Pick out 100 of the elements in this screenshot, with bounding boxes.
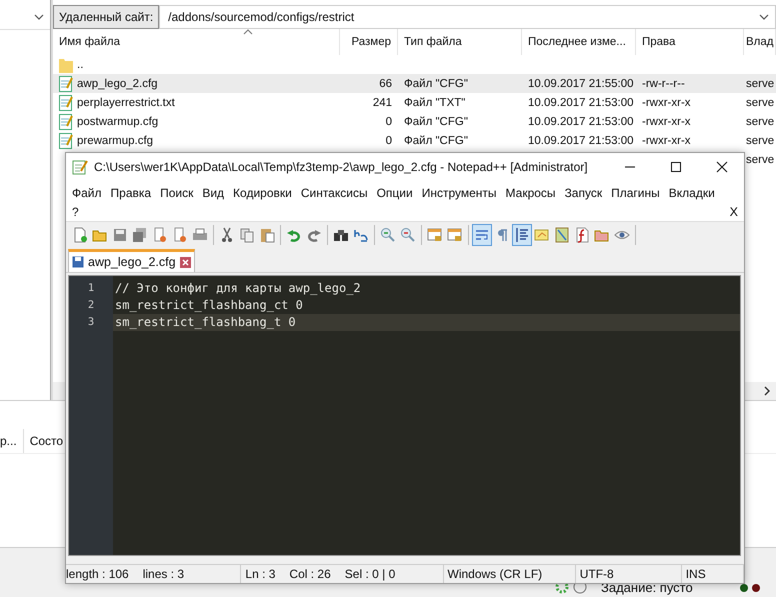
modified-date: 10.09.2017 21:53:00	[528, 134, 634, 146]
menu-item[interactable]: Правка	[110, 185, 160, 202]
permissions: -rw-r--r--	[642, 78, 685, 90]
activity-light-icon	[752, 584, 760, 592]
scissors-icon	[219, 227, 235, 243]
column-header[interactable]: Тип файла	[398, 29, 522, 55]
queue-status: Задание: пусто	[601, 580, 693, 595]
file-size: 0	[386, 116, 392, 128]
wrap-button[interactable]	[472, 224, 492, 246]
status-field: Col : 26	[289, 567, 331, 581]
window-lock-icon	[427, 227, 443, 243]
map-icon	[554, 227, 570, 243]
line-number: 3	[88, 315, 94, 330]
file-row[interactable]: perplayerrestrict.txt 241 Файл "TXT" 10.09.2017 21:53:00 -rwxr-xr-x serve	[53, 93, 776, 112]
window-lock-icon	[447, 227, 463, 243]
document-icon	[59, 76, 73, 92]
file-type: Файл "TXT"	[404, 96, 466, 108]
clipboard-icon	[259, 227, 275, 243]
path-field[interactable]: /addons/sourcemod/configs/restrict	[159, 5, 776, 29]
file-type: Файл "CFG"	[404, 134, 468, 146]
column-header[interactable]: р...	[0, 429, 24, 453]
menu-item[interactable]: Поиск	[160, 185, 202, 202]
owner: serve	[746, 116, 774, 128]
menu-item[interactable]: Плагины	[611, 185, 669, 202]
file-type: Файл "CFG"	[404, 116, 468, 128]
scroll-right-icon	[764, 386, 770, 396]
file-name: postwarmup.cfg	[77, 116, 158, 128]
status-field: Windows (CR LF)	[448, 567, 542, 581]
zoom-out-icon	[400, 227, 416, 243]
close-document-button[interactable]: X	[730, 204, 738, 221]
file-row[interactable]: postwarmup.cfg 0 Файл "CFG" 10.09.2017 21:53:00 -rwxr-xr-x serve	[53, 112, 776, 131]
menu-item[interactable]: Синтаксисы	[300, 185, 377, 202]
remote-site-label: Удаленный сайт:	[53, 5, 160, 29]
column-header[interactable]: Влад	[744, 29, 776, 55]
column-header[interactable]: Размер	[340, 29, 398, 55]
line-number: 1	[88, 281, 94, 296]
owner: serve	[746, 154, 774, 166]
column-header[interactable]: Имя файла	[53, 29, 340, 55]
close-files-icon	[172, 227, 188, 243]
status-field: length : 106	[66, 567, 129, 581]
file-name: perplayerrestrict.txt	[77, 96, 175, 108]
menu-item[interactable]: Макросы	[506, 185, 565, 202]
selected-file-row[interactable]: awp_lego_2.cfg 66 Файл "CFG" 10.09.2017 21:55:00 -rw-r--r-- serve	[53, 74, 776, 93]
printer-icon	[192, 227, 208, 243]
binoculars-icon	[333, 227, 349, 243]
file-name: ..	[77, 58, 84, 70]
owner: serve	[746, 78, 774, 90]
chevron-icon	[759, 14, 769, 20]
status-field: UTF-8	[580, 567, 614, 581]
menu-item[interactable]: Вкладки	[668, 185, 724, 202]
panel-icon	[534, 227, 550, 243]
file-size: 0	[386, 134, 392, 146]
file-name: awp_lego_2.cfg	[77, 78, 158, 90]
new-file-icon	[72, 227, 88, 243]
status-field: lines : 3	[142, 567, 184, 581]
file-row[interactable]: ..	[53, 55, 776, 74]
menu-item[interactable]: Запуск	[564, 185, 612, 202]
code-line: // Это конфиг для карты awp_lego_2	[114, 280, 362, 297]
window-title: C:\Users\wer1K\AppData\Local\Temp\fz3temp-2\awp_lego_2.cfg - Notepad++ [Administrator]	[94, 160, 588, 174]
undo-icon	[286, 227, 302, 243]
column-header[interactable]: Права	[636, 29, 744, 55]
document-icon	[59, 94, 73, 110]
menu-item[interactable]: Файл	[72, 185, 111, 202]
zoom-in-icon	[380, 227, 396, 243]
activity-light-icon	[740, 584, 748, 592]
file-name: prewarmup.cfg	[77, 134, 154, 146]
modified-date: 10.09.2017 21:53:00	[528, 116, 634, 128]
status-field: Sel : 0 | 0	[344, 567, 396, 581]
indent-button[interactable]	[512, 224, 532, 246]
folder-icon	[59, 56, 73, 72]
file-size: 66	[379, 78, 392, 90]
file-type: Файл "CFG"	[404, 78, 468, 90]
document-tab[interactable]: awp_lego_2.cfg	[68, 249, 195, 272]
document-icon	[59, 114, 73, 130]
replace-icon	[353, 227, 369, 243]
modified-date: 10.09.2017 21:53:00	[528, 96, 634, 108]
menu-item[interactable]: Кодировки	[233, 185, 301, 202]
modified-date: 10.09.2017 21:55:00	[528, 78, 634, 90]
notepad-icon	[72, 159, 88, 175]
column-header[interactable]: Состо	[24, 429, 64, 453]
menu-item[interactable]: Вид	[202, 185, 234, 202]
status-field: INS	[686, 567, 706, 581]
code-line: sm_restrict_flashbang_ct 0	[114, 297, 304, 314]
indent-guide-icon	[514, 227, 530, 243]
file-row[interactable]: prewarmup.cfg 0 Файл "CFG" 10.09.2017 21:53:00 -rwxr-xr-x serve	[53, 131, 776, 150]
column-header[interactable]: Последнее изме...	[522, 29, 636, 55]
owner: serve	[746, 96, 774, 108]
chevron-icon	[34, 14, 44, 20]
copy-icon	[239, 227, 255, 243]
menu-item[interactable]: Опции	[376, 185, 422, 202]
maximize-icon[interactable]	[670, 161, 682, 173]
menu-item[interactable]: Инструменты	[422, 185, 506, 202]
permissions: -rwxr-xr-x	[642, 116, 691, 128]
status-field: Ln : 3	[245, 567, 276, 581]
line-number: 2	[88, 298, 94, 313]
close-icon[interactable]	[716, 161, 728, 173]
close-file-icon	[152, 227, 168, 243]
menu-item[interactable]: ?	[72, 204, 88, 221]
disks-icon	[132, 227, 148, 243]
redo-icon	[306, 227, 322, 243]
